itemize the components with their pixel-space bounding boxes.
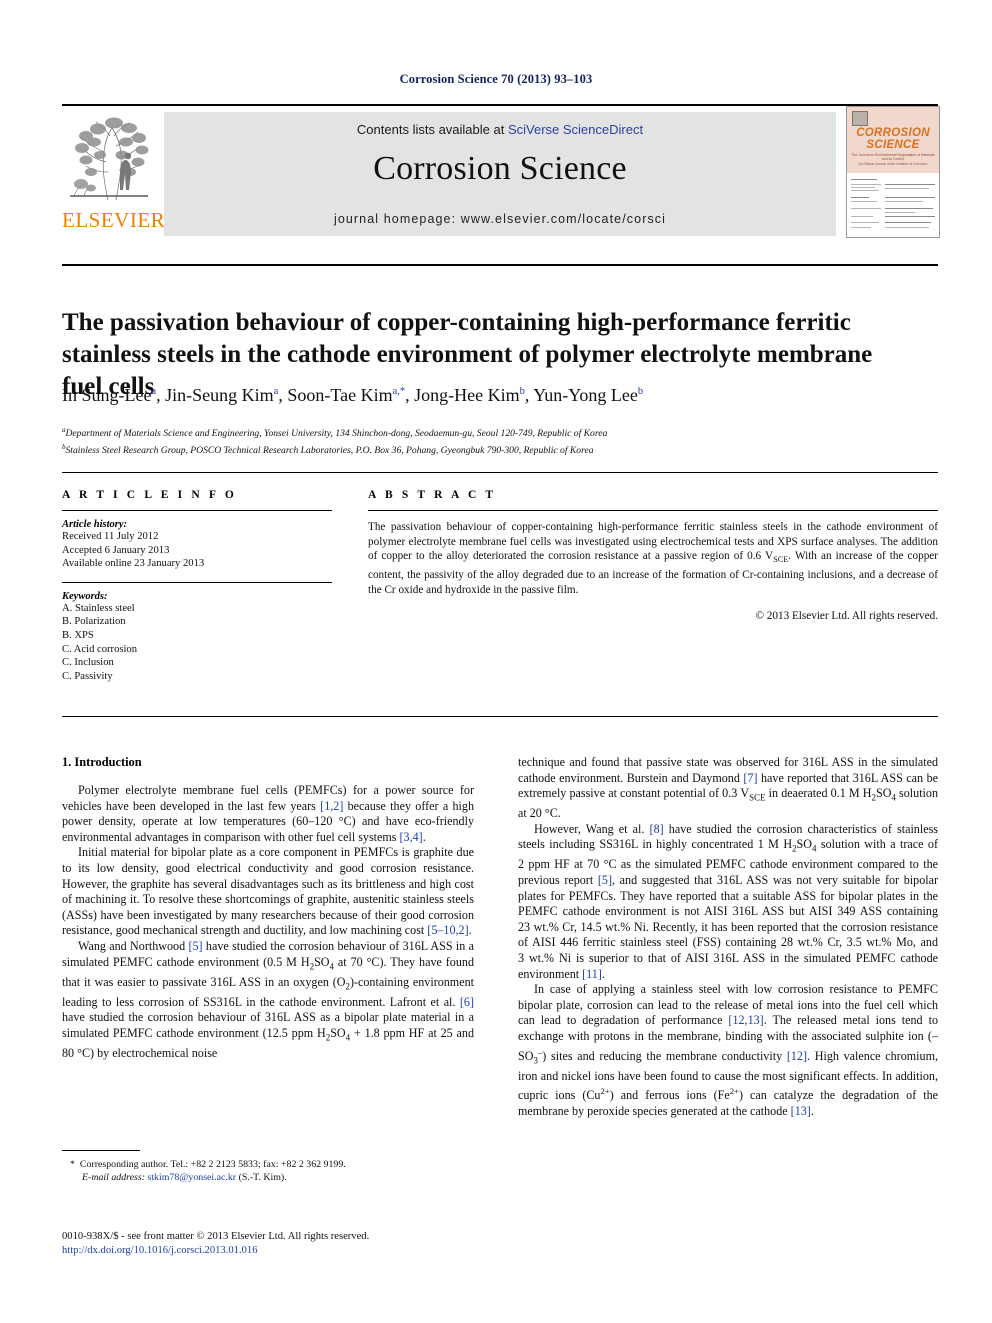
info-band-top-rule	[62, 472, 938, 473]
paragraph: Initial material for bipolar plate as a …	[62, 845, 474, 938]
affiliation-b: bStainless Steel Research Group, POSCO T…	[62, 441, 932, 458]
article-info-column: A R T I C L E I N F O Article history: R…	[62, 489, 332, 683]
author-3-mark: a,*	[392, 386, 406, 397]
abstract-text: The passivation behaviour of copper-cont…	[368, 520, 938, 597]
abstract-rule	[368, 510, 938, 511]
journal-masthead: ELSEVIER Contents lists available at Sci…	[62, 104, 940, 238]
author-5-mark: b	[637, 386, 644, 397]
paragraph: Polymer electrolyte membrane fuel cells …	[62, 783, 475, 844]
corresponding-author-footnote: * Corresponding author. Tel.: +82 2 2123…	[62, 1150, 474, 1184]
article-history-received: Received 11 July 2012	[62, 531, 159, 542]
footnote-corresponding: * Corresponding author. Tel.: +82 2 2123…	[62, 1158, 474, 1171]
cover-title-line2: SCIENCE	[866, 139, 920, 151]
paragraph: However, Wang et al. [8] have studied th…	[518, 821, 938, 981]
article-info-rule	[62, 510, 332, 511]
paragraph: Wang and Northwood [5] have studied the …	[62, 938, 474, 1060]
paragraph: In case of applying a stainless steel wi…	[518, 982, 938, 1118]
author-1: In Sung-Leea	[62, 385, 157, 405]
abstract-heading: A B S T R A C T	[368, 489, 497, 501]
journal-title: Corrosion Science	[373, 150, 627, 187]
footnote-email-link[interactable]: stkim78@yonsei.ac.kr	[147, 1172, 236, 1183]
author-1-mark: a	[151, 386, 157, 397]
keyword-item: A. Stainless steel	[62, 602, 135, 614]
journal-band: Contents lists available at SciVerse Sci…	[164, 112, 836, 236]
body-right-column: technique and found that passive state w…	[518, 755, 938, 1119]
cover-subtitle-1: The Journal on Environmental Degradation…	[851, 153, 935, 161]
elsevier-logo: ELSEVIER	[62, 112, 166, 236]
footnote-email-label: E-mail address:	[82, 1172, 145, 1184]
footnote-star: *	[70, 1159, 75, 1170]
abstract-sub-sce: SCE	[773, 555, 789, 565]
body-left-column: 1. Introduction Polymer electrolyte memb…	[62, 755, 474, 1061]
author-2: Jin-Seung Kima	[165, 385, 279, 405]
author-list: In Sung-Leea, Jin-Seung Kima, Soon-Tae K…	[62, 385, 644, 405]
abstract-copyright: © 2013 Elsevier Ltd. All rights reserved…	[755, 610, 939, 623]
tree-svg	[70, 117, 149, 201]
cover-contents-lines	[851, 177, 935, 235]
paper-page: Corrosion Science 70 (2013) 93–103 ELSEV…	[0, 0, 992, 1323]
article-info-heading: A R T I C L E I N F O	[62, 489, 237, 501]
keyword-item: C. Inclusion	[62, 657, 114, 669]
elsevier-wordmark: ELSEVIER	[62, 208, 166, 232]
keyword-item: B. XPS	[62, 629, 94, 641]
keywords-rule	[62, 581, 332, 583]
contents-prefix: Contents lists available at	[356, 122, 508, 137]
footnote-corresponding-text: Corresponding author. Tel.: +82 2 2123 5…	[79, 1159, 346, 1170]
cover-title-line1: CORROSION	[856, 127, 930, 139]
running-head: Corrosion Science 70 (2013) 93–103	[399, 72, 593, 86]
author-2-mark: a	[273, 386, 279, 397]
article-history-accepted: Accepted 6 January 2013	[62, 544, 170, 556]
footnote-email-suffix: (S.-T. Kim).	[238, 1172, 287, 1184]
author-4-mark: b	[519, 386, 525, 397]
footnote-email-line: E-mail address: stkim78@yonsei.ac.kr (S.…	[62, 1171, 474, 1184]
article-history-online: Available online 23 January 2013	[62, 558, 205, 570]
affiliation-list: aDepartment of Materials Science and Eng…	[62, 424, 932, 457]
page-footer: 0010-938X/$ - see front matter © 2013 El…	[62, 1230, 562, 1258]
affiliation-a: aDepartment of Materials Science and Eng…	[62, 424, 932, 441]
author-3: Soon-Tae Kima,*	[287, 385, 406, 405]
affiliation-b-text: Stainless Steel Research Group, POSCO Te…	[65, 444, 594, 456]
sciencedirect-link[interactable]: SciVerse ScienceDirect	[508, 122, 643, 137]
elsevier-tree-icon	[64, 112, 152, 208]
keyword-item: B. Polarization	[62, 616, 126, 628]
affiliation-a-text: Department of Materials Science and Engi…	[65, 428, 608, 440]
section-heading-introduction: 1. Introduction	[62, 755, 142, 769]
journal-cover-thumbnail[interactable]: CORROSION SCIENCE The Journal on Environ…	[846, 106, 940, 238]
paragraph: technique and found that passive state w…	[518, 755, 939, 821]
article-history-label: Article history:	[62, 519, 128, 530]
title-top-rule	[62, 264, 938, 266]
contents-lists-line: Contents lists available at SciVerse Sci…	[164, 122, 836, 137]
cover-emblem-icon	[852, 111, 868, 126]
keywords-label: Keywords:	[62, 590, 108, 602]
cover-subtitle-2: An Official Journal of the Institute of …	[858, 162, 928, 166]
author-5: Yun-Yong Leeb	[533, 385, 644, 405]
info-band-bottom-rule	[62, 716, 938, 717]
masthead-top-rule	[62, 104, 938, 106]
keyword-item: C. Acid corrosion	[62, 643, 138, 655]
footer-copyright: 0010-938X/$ - see front matter © 2013 El…	[62, 1231, 370, 1242]
author-4: Jong-Hee Kimb	[414, 385, 525, 405]
journal-homepage[interactable]: journal homepage: www.elsevier.com/locat…	[164, 212, 836, 226]
keyword-item: C. Passivity	[62, 670, 113, 682]
footer-doi-link[interactable]: http://dx.doi.org/10.1016/j.corsci.2013.…	[62, 1244, 562, 1258]
abstract-column: A B S T R A C T The passivation behaviou…	[368, 489, 938, 622]
footnote-rule	[62, 1150, 140, 1151]
